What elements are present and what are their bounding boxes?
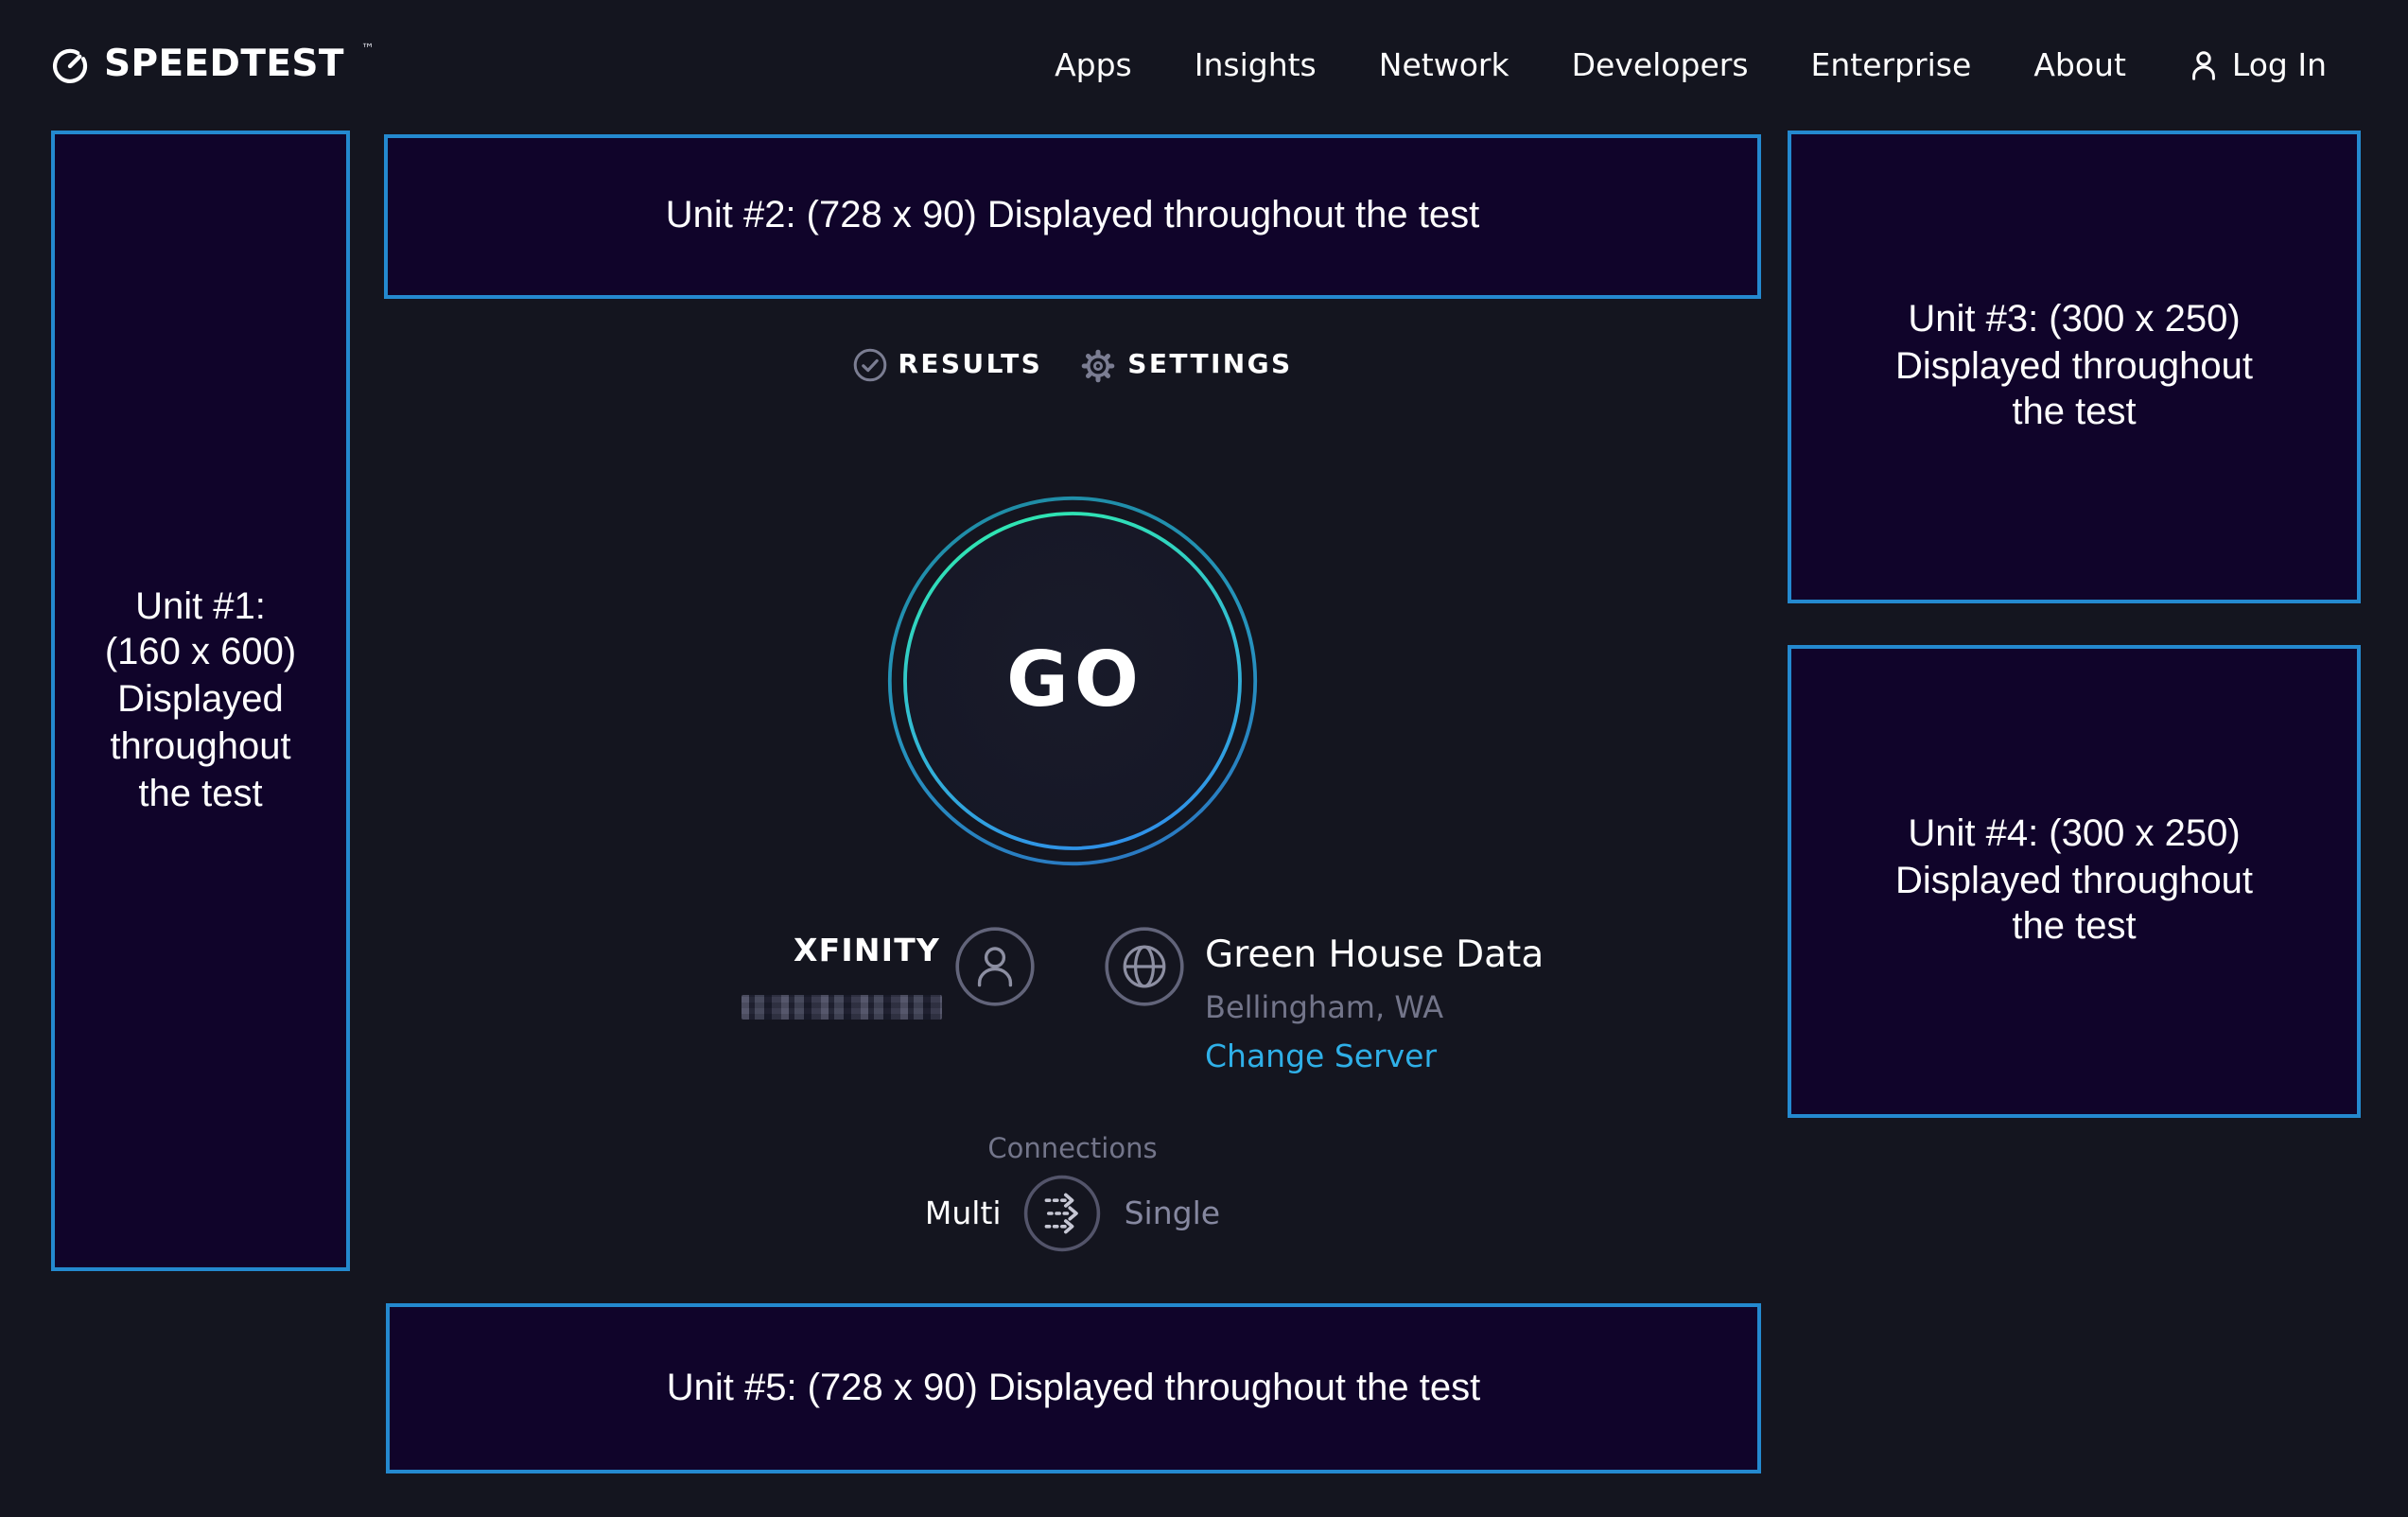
user-icon bbox=[2189, 49, 2219, 81]
go-button[interactable]: GO bbox=[887, 496, 1258, 866]
ad-unit-1-skyscraper[interactable]: Unit #1: (160 x 600) Displayed throughou… bbox=[51, 131, 350, 1271]
tab-settings[interactable]: SETTINGS bbox=[1080, 347, 1292, 383]
speedtest-gauge-icon bbox=[51, 47, 89, 85]
nav-item-about[interactable]: About bbox=[2033, 47, 2126, 83]
connections-toggle-row: Multi Single bbox=[384, 1175, 1761, 1252]
connections-single-option[interactable]: Single bbox=[1125, 1195, 1220, 1231]
ad-text-line: Displayed throughout bbox=[1895, 343, 2253, 391]
isp-person-icon bbox=[955, 927, 1035, 1006]
tab-results[interactable]: RESULTS bbox=[852, 348, 1042, 382]
results-settings-tabs: RESULTS SETTINGS bbox=[384, 340, 1761, 390]
top-nav-bar: SPEEDTEST ™ Apps Insights Network Develo… bbox=[0, 0, 2408, 131]
go-label: GO bbox=[887, 496, 1258, 866]
ad-text-line: Displayed bbox=[117, 677, 284, 724]
change-server-link[interactable]: Change Server bbox=[1205, 1038, 1437, 1074]
tab-settings-label: SETTINGS bbox=[1127, 350, 1292, 380]
ad-unit-4-rectangle[interactable]: Unit #4: (300 x 250) Displayed throughou… bbox=[1788, 645, 2361, 1118]
server-location: Bellingham, WA bbox=[1205, 989, 1443, 1025]
ad-text-line: throughout bbox=[110, 724, 290, 772]
multi-stream-arrows-icon[interactable] bbox=[1024, 1175, 1102, 1252]
nav-item-developers[interactable]: Developers bbox=[1572, 47, 1749, 83]
tab-results-label: RESULTS bbox=[898, 350, 1042, 380]
nav-item-network[interactable]: Network bbox=[1379, 47, 1509, 83]
ad-unit-5-leaderboard[interactable]: Unit #5: (728 x 90) Displayed throughout… bbox=[386, 1303, 1761, 1473]
connections-multi-option[interactable]: Multi bbox=[925, 1195, 1002, 1231]
speedtest-page: SPEEDTEST ™ Apps Insights Network Develo… bbox=[0, 0, 2408, 1517]
check-circle-icon bbox=[852, 348, 886, 382]
ad-unit-3-rectangle[interactable]: Unit #3: (300 x 250) Displayed throughou… bbox=[1788, 131, 2361, 603]
gear-icon bbox=[1080, 347, 1116, 383]
logo-trademark: ™ bbox=[361, 42, 375, 57]
ad-text-line: Displayed throughout bbox=[1895, 858, 2253, 905]
ad-unit-2-leaderboard[interactable]: Unit #2: (728 x 90) Displayed throughout… bbox=[384, 134, 1761, 299]
nav-item-insights[interactable]: Insights bbox=[1195, 47, 1317, 83]
ad-text-line: Unit #4: (300 x 250) bbox=[1908, 811, 2240, 859]
login-button[interactable]: Log In bbox=[2189, 47, 2327, 83]
isp-name: XFINITY bbox=[624, 933, 940, 968]
logo-wordmark: SPEEDTEST bbox=[104, 45, 344, 83]
nav-item-enterprise[interactable]: Enterprise bbox=[1811, 47, 1972, 83]
ad-text-line: Unit #1: bbox=[135, 584, 266, 631]
ad-text-line: the test bbox=[2012, 905, 2136, 952]
isp-ip-redacted bbox=[742, 995, 942, 1020]
ad-text-line: Unit #5: (728 x 90) Displayed throughout… bbox=[667, 1365, 1481, 1412]
speedtest-logo[interactable]: SPEEDTEST ™ bbox=[51, 45, 375, 85]
nav-menu: Apps Insights Network Developers Enterpr… bbox=[1055, 47, 2327, 83]
nav-item-apps[interactable]: Apps bbox=[1055, 47, 1132, 83]
connections-label: Connections bbox=[384, 1135, 1761, 1165]
ad-text-line: Unit #2: (728 x 90) Displayed throughout… bbox=[666, 193, 1480, 240]
ad-text-line: (160 x 600) bbox=[105, 631, 296, 678]
server-globe-icon bbox=[1105, 927, 1184, 1006]
ad-text-line: the test bbox=[2012, 391, 2136, 438]
server-name: Green House Data bbox=[1205, 933, 1544, 976]
ad-text-line: the test bbox=[138, 771, 262, 818]
login-label: Log In bbox=[2232, 47, 2327, 83]
ad-text-line: Unit #3: (300 x 250) bbox=[1908, 297, 2240, 344]
